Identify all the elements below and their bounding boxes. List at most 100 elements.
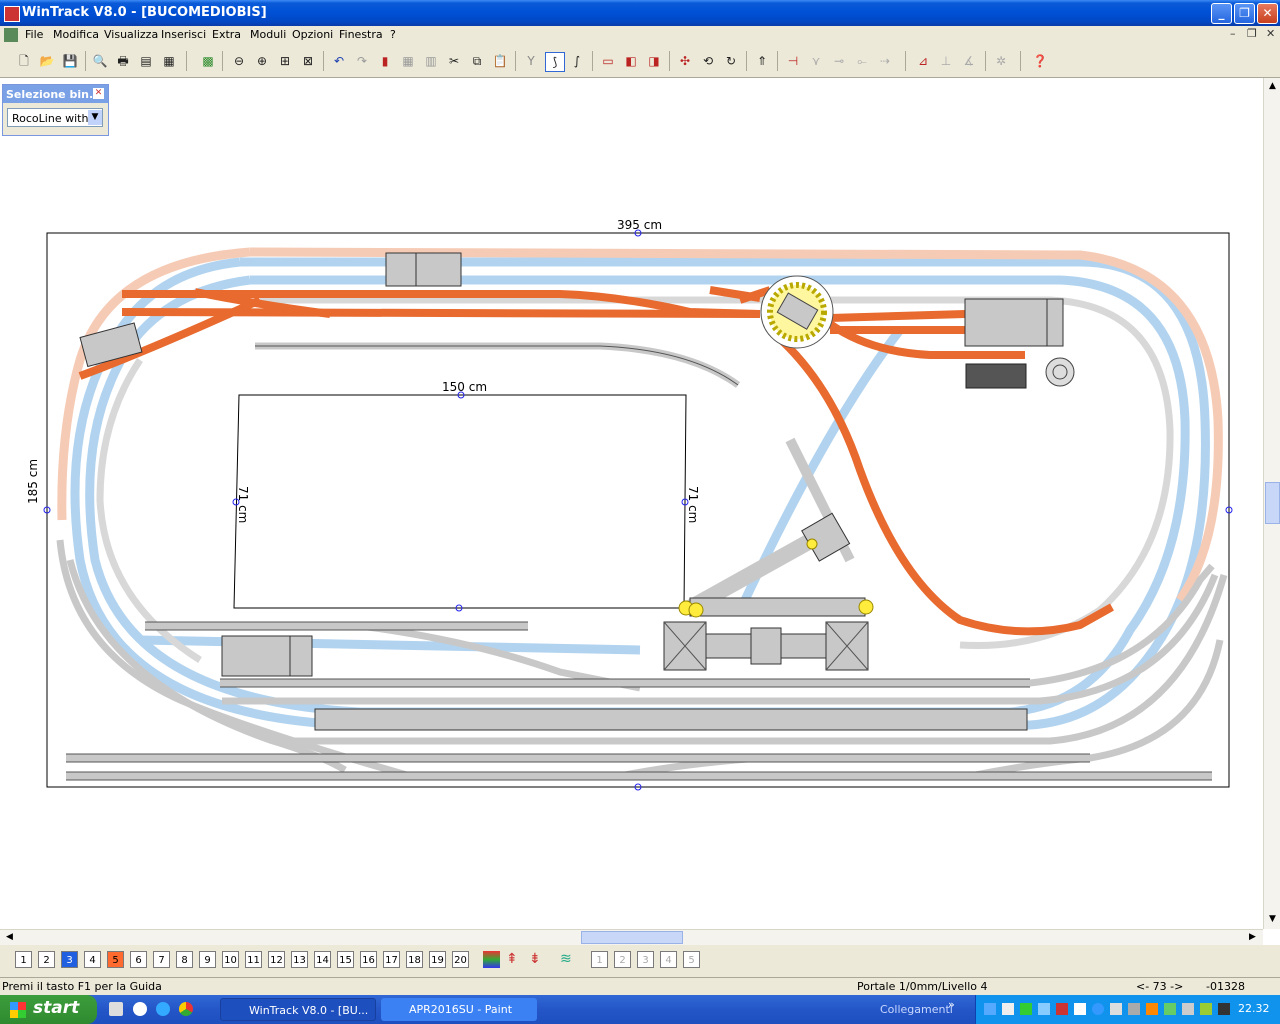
move-icon[interactable]: ✣ [676, 52, 694, 70]
mdi-minimize-icon[interactable]: – [1230, 27, 1236, 40]
layout-icon[interactable]: ▥ [422, 52, 440, 70]
scroll-right-icon[interactable]: ▶ [1245, 930, 1260, 945]
layer-button-16[interactable]: 16 [360, 951, 377, 968]
tray-icon[interactable] [1056, 1003, 1068, 1015]
scroll-up-icon[interactable]: ▲ [1265, 79, 1280, 94]
tray-icon[interactable] [1164, 1003, 1176, 1015]
layer-button-4[interactable]: 4 [84, 951, 101, 968]
layers-icon[interactable]: ◧ [622, 52, 640, 70]
mdi-close-icon[interactable]: ✕ [1266, 27, 1275, 40]
quicklaunch-media-icon[interactable] [133, 1002, 147, 1016]
tray-icon[interactable] [1128, 1003, 1140, 1015]
layer-button-5[interactable]: 5 [107, 951, 124, 968]
scroll-down-icon[interactable]: ▼ [1265, 912, 1280, 927]
settings-icon[interactable]: ✲ [992, 52, 1010, 70]
layer-button-17[interactable]: 17 [383, 951, 400, 968]
menu-opzioni[interactable]: Opzioni [292, 28, 333, 41]
tray-icon[interactable] [1020, 1003, 1032, 1015]
tray-icon[interactable] [1146, 1003, 1158, 1015]
print-icon[interactable]: 🖶 [114, 52, 132, 70]
measure-icon[interactable]: ⊿ [914, 52, 932, 70]
links-toolbar[interactable]: Collegamenti [880, 1003, 953, 1016]
tray-icon[interactable] [1092, 1003, 1104, 1015]
layer-button-12[interactable]: 12 [268, 951, 285, 968]
track-system-select[interactable]: RocoLine witho ▼ [7, 108, 103, 127]
tray-icon[interactable] [1038, 1003, 1050, 1015]
landscape-icon[interactable]: ▩ [199, 52, 217, 70]
zoom-window-icon[interactable]: ⊞ [276, 52, 294, 70]
layer-button-18[interactable]: 18 [406, 951, 423, 968]
palette-close-icon[interactable]: ✕ [93, 88, 104, 99]
redo-icon[interactable]: ↷ [353, 52, 371, 70]
paste-icon[interactable]: 📋 [491, 52, 509, 70]
layer-button-8[interactable]: 8 [176, 951, 193, 968]
align-icon[interactable]: ⟜ [853, 52, 871, 70]
open-icon[interactable]: 📂 [38, 52, 56, 70]
links-chevron-icon[interactable]: » [948, 998, 955, 1011]
layer-button-6[interactable]: 6 [130, 951, 147, 968]
zoom-out-icon[interactable]: ⊖ [230, 52, 248, 70]
switch-icon[interactable]: Y [522, 52, 540, 70]
layer-visibility-icon[interactable]: ≋ [560, 951, 577, 968]
print-setup-icon[interactable]: ▤ [137, 52, 155, 70]
new-icon[interactable]: 🗋 [15, 52, 33, 70]
layer-copy-icon[interactable]: ◨ [645, 52, 663, 70]
tray-icon[interactable] [1200, 1003, 1212, 1015]
view-4-icon[interactable]: 4 [660, 951, 677, 968]
tray-icon[interactable] [1002, 1003, 1014, 1015]
menu-file[interactable]: File [25, 28, 43, 41]
quicklaunch-chrome-icon[interactable] [179, 1002, 193, 1016]
tray-icon[interactable] [984, 1003, 996, 1015]
tray-icon[interactable] [1218, 1003, 1230, 1015]
menu-visualizza[interactable]: Visualizza [104, 28, 158, 41]
menu-inserisci[interactable]: Inserisci [161, 28, 206, 41]
undo-icon[interactable]: ↶ [330, 52, 348, 70]
doc-icon[interactable] [4, 28, 18, 42]
tray-icon[interactable] [1074, 1003, 1086, 1015]
layer-button-14[interactable]: 14 [314, 951, 331, 968]
layer-stack-icon[interactable] [483, 951, 500, 968]
layer-button-9[interactable]: 9 [199, 951, 216, 968]
palette-title-bar[interactable]: Selezione bin... ✕ [3, 85, 108, 103]
zoom-in-icon[interactable]: ⊕ [253, 52, 271, 70]
join-icon[interactable]: ⊸ [830, 52, 848, 70]
copy-icon[interactable]: ⧉ [468, 52, 486, 70]
restore-button[interactable]: ❐ [1234, 3, 1255, 24]
layer-button-1[interactable]: 1 [15, 951, 32, 968]
cut-icon[interactable]: ✂ [445, 52, 463, 70]
menu-help[interactable]: ? [390, 28, 396, 41]
height-icon[interactable]: ⇑ [753, 52, 771, 70]
view-3-icon[interactable]: 3 [637, 951, 654, 968]
track-plan[interactable] [0, 78, 1263, 929]
drawing-canvas[interactable]: 395 cm 185 cm 150 cm 71 cm 71 cm [0, 78, 1263, 929]
rotate-icon[interactable]: ⟲ [699, 52, 717, 70]
save-icon[interactable]: 💾 [61, 52, 79, 70]
calculator-icon[interactable]: ▦ [160, 52, 178, 70]
extend-icon[interactable]: ⇢ [876, 52, 894, 70]
layer-button-10[interactable]: 10 [222, 951, 239, 968]
layer-down-icon[interactable]: ⇟ [529, 951, 546, 968]
flex-track-icon[interactable]: ∫ [568, 52, 586, 70]
view-5-icon[interactable]: 5 [683, 951, 700, 968]
vertical-scrollbar[interactable]: ▲ ▼ [1263, 78, 1280, 929]
clock[interactable]: 22.32 [1238, 1002, 1270, 1015]
print-preview-icon[interactable]: 🔍 [91, 52, 109, 70]
menu-moduli[interactable]: Moduli [250, 28, 286, 41]
horizontal-scroll-thumb[interactable] [581, 931, 683, 944]
start-button[interactable]: start [0, 995, 97, 1024]
split-icon[interactable]: ⋎ [807, 52, 825, 70]
help-icon[interactable]: ❓ [1031, 52, 1049, 70]
horizontal-scrollbar[interactable]: ◀ ▶ [0, 929, 1263, 946]
quicklaunch-browser-icon[interactable] [156, 1002, 170, 1016]
connect-icon[interactable]: ⊣ [784, 52, 802, 70]
layer-button-15[interactable]: 15 [337, 951, 354, 968]
tray-icon[interactable] [1182, 1003, 1194, 1015]
layer-button-11[interactable]: 11 [245, 951, 262, 968]
dimension-angle-icon[interactable]: ∡ [960, 52, 978, 70]
tray-icon[interactable] [1110, 1003, 1122, 1015]
grid-icon[interactable]: ▦ [399, 52, 417, 70]
app-icon[interactable] [4, 6, 20, 22]
dimension-icon[interactable]: ⊥ [937, 52, 955, 70]
zoom-all-icon[interactable]: ⊠ [299, 52, 317, 70]
layer-button-19[interactable]: 19 [429, 951, 446, 968]
